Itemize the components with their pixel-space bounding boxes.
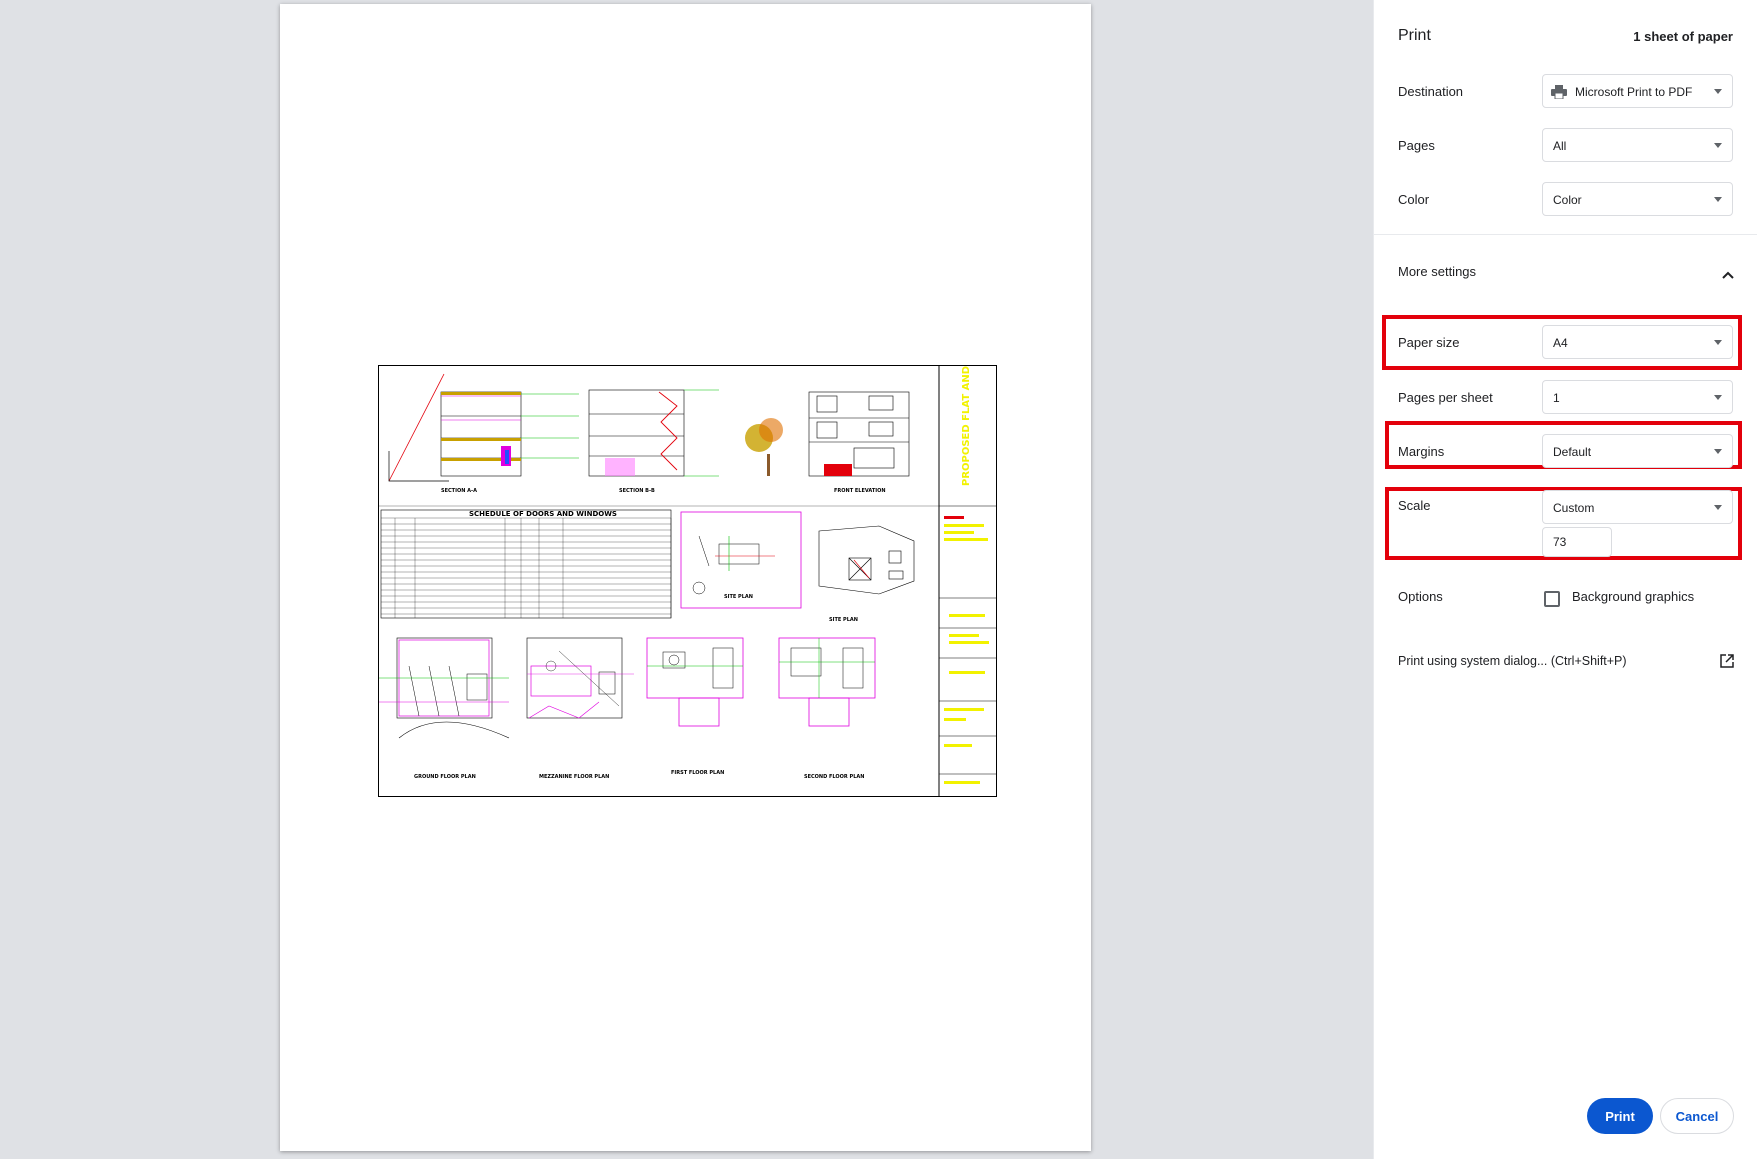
front-elevation-label: FRONT ELEVATION [834,488,886,494]
pages-label: Pages [1398,138,1435,153]
preview-page: PROPOSED FLAT AND OFFICE BUILDING SECTIO… [280,4,1091,1151]
section-divider [1374,234,1757,235]
destination-row: Destination Microsoft Print to PDF [1374,74,1757,110]
pages-per-sheet-label: Pages per sheet [1398,390,1493,405]
pages-per-sheet-select[interactable]: 1 [1542,380,1733,414]
ground-floor-label: GROUND FLOOR PLAN [414,774,476,780]
schedule-title: SCHEDULE OF DOORS AND WINDOWS [469,510,617,518]
print-settings-panel: Print 1 sheet of paper Destination Micro… [1373,0,1757,1159]
first-floor-label: FIRST FLOOR PLAN [671,770,724,776]
drawing-vertical-title: PROPOSED FLAT AND OFFICE BUILDING [961,366,972,486]
chevron-up-icon [1722,266,1734,279]
margins-label: Margins [1398,444,1445,459]
destination-value: Microsoft Print to PDF [1575,85,1693,99]
first-floor-plan: FIRST FLOOR PLAN [646,637,744,776]
pages-value: All [1553,139,1567,153]
cancel-button[interactable]: Cancel [1660,1098,1734,1134]
chevron-down-icon [1714,197,1722,202]
pages-per-sheet-value: 1 [1553,391,1560,405]
drawing-title-text: PROPOSED FLAT AND OFFICE BUILDING [961,366,972,486]
chevron-down-icon [1714,143,1722,148]
print-preview-area: PROPOSED FLAT AND OFFICE BUILDING SECTIO… [0,0,1373,1159]
dialog-title: Print [1398,27,1431,44]
color-row: Color Color [1374,182,1757,218]
site-plan-small-label: SITE PLAN [724,594,753,600]
paper-size-value: A4 [1553,336,1568,350]
destination-select[interactable]: Microsoft Print to PDF [1542,74,1733,108]
scale-value: Custom [1553,501,1595,515]
pages-row: Pages All [1374,128,1757,164]
more-settings-toggle[interactable]: More settings [1374,254,1757,290]
margins-row: Margins Default [1374,434,1757,470]
chevron-down-icon [1714,449,1722,454]
mezzanine-floor-label: MEZZANINE FLOOR PLAN [539,774,609,780]
chevron-down-icon [1714,340,1722,345]
print-button[interactable]: Print [1587,1098,1653,1134]
second-floor-plan: SECOND FLOOR PLAN [778,637,876,780]
margins-select[interactable]: Default [1542,434,1733,468]
color-label: Color [1398,192,1430,207]
pages-per-sheet-row: Pages per sheet 1 [1374,380,1757,416]
system-dialog-link[interactable]: Print using system dialog... (Ctrl+Shift… [1374,648,1757,676]
paper-size-label: Paper size [1398,335,1460,350]
paper-size-row: Paper size A4 [1374,325,1757,361]
chevron-down-icon [1714,89,1722,94]
chevron-down-icon [1714,395,1722,400]
paper-size-select[interactable]: A4 [1542,325,1733,359]
schedule-table: SCHEDULE OF DOORS AND WINDOWS [380,509,672,619]
ground-floor-plan: GROUND FLOOR PLAN [379,637,510,780]
open-external-icon [1720,654,1734,668]
background-graphics-checkbox[interactable] [1544,591,1560,607]
section-bb-label: SECTION B-B [619,488,655,494]
scale-row: Scale Custom [1374,490,1757,526]
sheet-count: 1 sheet of paper [1633,29,1733,44]
second-floor-label: SECOND FLOOR PLAN [804,774,864,780]
destination-label: Destination [1398,84,1464,99]
margins-value: Default [1553,445,1592,459]
architectural-drawing-preview: PROPOSED FLAT AND OFFICE BUILDING SECTIO… [378,365,997,797]
scale-custom-input[interactable] [1542,527,1612,557]
section-aa-label: SECTION A-A [441,488,477,494]
scale-label: Scale [1398,498,1431,513]
chevron-down-icon [1714,505,1722,510]
printer-icon [1551,85,1567,100]
pages-select[interactable]: All [1542,128,1733,162]
background-graphics-label: Background graphics [1572,589,1695,604]
site-plan-label: SITE PLAN [829,617,858,623]
system-dialog-label: Print using system dialog... (Ctrl+Shift… [1398,654,1627,668]
mezzanine-floor-plan: MEZZANINE FLOOR PLAN [526,637,634,780]
color-value: Color [1553,193,1582,207]
scale-select[interactable]: Custom [1542,490,1733,524]
options-label: Options [1398,589,1443,604]
color-select[interactable]: Color [1542,182,1733,216]
more-settings-label: More settings [1398,264,1477,279]
